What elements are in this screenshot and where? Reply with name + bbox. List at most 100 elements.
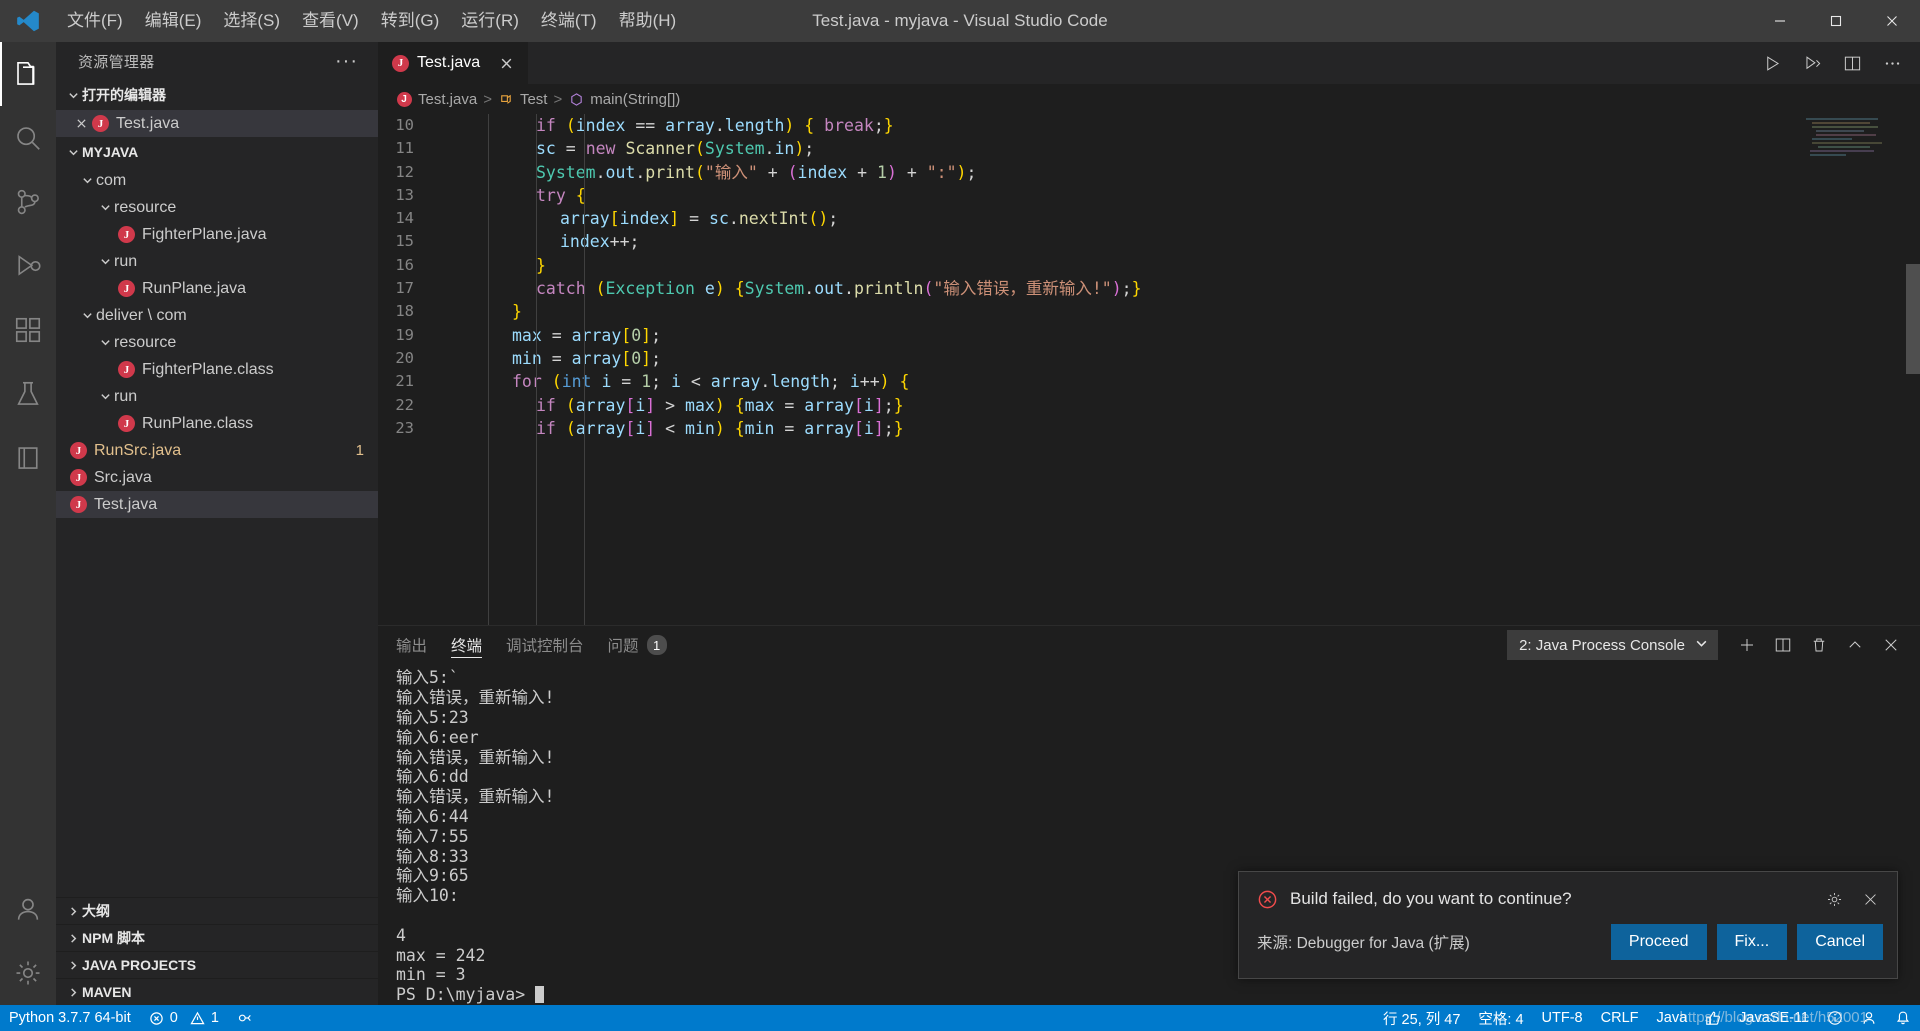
status-info[interactable] <box>1818 1005 1852 1031</box>
sidebar-more-actions-icon[interactable]: ··· <box>335 50 370 73</box>
tree-folder-resource-1[interactable]: resource <box>56 194 378 221</box>
tree-folder-com[interactable]: com <box>56 167 378 194</box>
activity-java-projects[interactable] <box>0 426 56 490</box>
code-line[interactable]: 10 if (index == array.length) { break;} <box>378 114 1920 137</box>
tree-file-runplane-java[interactable]: J RunPlane.java <box>56 275 378 302</box>
line-number: 16 <box>395 255 414 274</box>
breadcrumb-file[interactable]: J Test.java <box>396 91 477 108</box>
status-python-version[interactable]: Python 3.7.7 64-bit <box>0 1005 140 1031</box>
split-terminal-button[interactable] <box>1766 628 1800 662</box>
status-cursor-position[interactable]: 行 25, 列 47 <box>1374 1005 1469 1031</box>
editor-scrollbar[interactable] <box>1906 114 1920 625</box>
bell-icon <box>1895 1010 1911 1026</box>
tree-file-src-java[interactable]: J Src.java <box>56 464 378 491</box>
menu-view[interactable]: 查看(V) <box>291 0 370 42</box>
code-line[interactable]: 17 catch (Exception e) {System.out.printl… <box>378 277 1920 300</box>
code-editor[interactable]: 10 if (index == array.length) { break;} 11… <box>378 114 1920 626</box>
tree-file-fighterplane-class[interactable]: J FighterPlane.class <box>56 356 378 383</box>
menu-go[interactable]: 转到(G) <box>370 0 451 42</box>
tree-file-fighterplane-java[interactable]: J FighterPlane.java <box>56 221 378 248</box>
gear-icon[interactable] <box>1821 886 1847 912</box>
section-open-editors[interactable]: 打开的编辑器 <box>56 80 378 110</box>
code-line[interactable]: 13 try { <box>378 184 1920 207</box>
code-line[interactable]: 16} <box>378 254 1920 277</box>
split-editor-button[interactable] <box>1834 45 1870 81</box>
activity-run-debug[interactable] <box>0 234 56 298</box>
run-button[interactable] <box>1754 45 1790 81</box>
status-notifications[interactable] <box>1886 1005 1920 1031</box>
code-line[interactable]: 22 if (array[i] > max) {max = array[i];} <box>378 394 1920 417</box>
activity-accounts[interactable] <box>0 877 56 941</box>
code-line[interactable]: 20 min = array[0]; <box>378 347 1920 370</box>
breadcrumb-class[interactable]: Test <box>498 91 547 108</box>
code-line[interactable]: 12 System.out.print("输入" + (index + 1) + … <box>378 161 1920 184</box>
activity-search[interactable] <box>0 106 56 170</box>
open-editor-test-java[interactable]: J Test.java <box>56 110 378 137</box>
close-icon[interactable] <box>70 118 92 129</box>
status-account[interactable] <box>1852 1005 1886 1031</box>
editor-scrollbar-thumb[interactable] <box>1906 264 1920 374</box>
code-line[interactable]: 18} <box>378 300 1920 323</box>
minimize-button[interactable] <box>1752 0 1808 42</box>
cancel-button[interactable]: Cancel <box>1797 924 1883 960</box>
panel-tab-output[interactable]: 输出 <box>396 626 427 664</box>
status-indentation[interactable]: 空格: 4 <box>1469 1005 1532 1031</box>
activity-source-control[interactable] <box>0 170 56 234</box>
status-debug-run[interactable] <box>228 1005 262 1031</box>
activity-explorer[interactable] <box>0 42 56 106</box>
run-debug-button[interactable] <box>1794 45 1830 81</box>
breadcrumb-label: Test.java <box>418 90 478 108</box>
menu-help[interactable]: 帮助(H) <box>608 0 688 42</box>
maximize-panel-button[interactable] <box>1838 628 1872 662</box>
tree-folder-run-1[interactable]: run <box>56 248 378 275</box>
close-button[interactable] <box>1864 0 1920 42</box>
status-errors[interactable]: 0 1 <box>140 1005 228 1031</box>
tree-folder-resource-2[interactable]: resource <box>56 329 378 356</box>
tree-folder-deliver-com[interactable]: deliver \ com <box>56 302 378 329</box>
proceed-button[interactable]: Proceed <box>1610 924 1707 960</box>
code-line[interactable]: 14 array[index] = sc.nextInt(); <box>378 207 1920 230</box>
tab-close-icon[interactable] <box>496 53 516 73</box>
maximize-button[interactable] <box>1808 0 1864 42</box>
code-line[interactable]: 11 sc = new Scanner(System.in); <box>378 137 1920 160</box>
tree-file-test-java[interactable]: J Test.java <box>56 491 378 518</box>
panel-tab-debug-console[interactable]: 调试控制台 <box>506 626 584 664</box>
close-icon[interactable] <box>1857 886 1883 912</box>
section-outline[interactable]: 大纲 <box>56 897 378 924</box>
code-line[interactable]: 23 if (array[i] < min) {min = array[i];} <box>378 417 1920 440</box>
status-eol[interactable]: CRLF <box>1592 1005 1648 1031</box>
section-maven[interactable]: MAVEN <box>56 978 378 1005</box>
code-line[interactable]: 21 for (int i = 1; i < array.length; i++)… <box>378 370 1920 393</box>
panel-tab-problems[interactable]: 问题 1 <box>608 626 667 664</box>
terminal-selector[interactable]: 2: Java Process Console <box>1507 630 1718 661</box>
close-panel-button[interactable] <box>1874 628 1908 662</box>
fix-button[interactable]: Fix... <box>1716 924 1788 960</box>
code-line[interactable]: 15 index++; <box>378 230 1920 253</box>
section-java-projects[interactable]: JAVA PROJECTS <box>56 951 378 978</box>
menu-file[interactable]: 文件(F) <box>56 0 134 42</box>
tab-test-java[interactable]: J Test.java <box>378 42 530 84</box>
tree-folder-run-2[interactable]: run <box>56 383 378 410</box>
activity-extensions[interactable] <box>0 298 56 362</box>
warning-icon <box>190 1011 205 1026</box>
menu-selection[interactable]: 选择(S) <box>212 0 291 42</box>
menu-edit[interactable]: 编辑(E) <box>134 0 213 42</box>
kill-terminal-button[interactable] <box>1802 628 1836 662</box>
status-feedback[interactable] <box>1696 1005 1730 1031</box>
more-actions-button[interactable] <box>1874 45 1910 81</box>
section-npm-scripts[interactable]: NPM 脚本 <box>56 924 378 951</box>
code-line[interactable]: 19 max = array[0]; <box>378 324 1920 347</box>
section-workspace[interactable]: MYJAVA <box>56 137 378 167</box>
tree-file-runsrc-java[interactable]: J RunSrc.java 1 <box>56 437 378 464</box>
breadcrumb-method[interactable]: main(String[]) <box>568 91 680 108</box>
tree-file-runplane-class[interactable]: J RunPlane.class <box>56 410 378 437</box>
status-language-mode[interactable]: Java <box>1648 1005 1697 1031</box>
activity-testing[interactable] <box>0 362 56 426</box>
status-java-runtime[interactable]: JavaSE-11 <box>1730 1005 1818 1031</box>
menu-run[interactable]: 运行(R) <box>450 0 530 42</box>
status-encoding[interactable]: UTF-8 <box>1533 1005 1592 1031</box>
new-terminal-button[interactable] <box>1730 628 1764 662</box>
activity-settings[interactable] <box>0 941 56 1005</box>
panel-tab-terminal[interactable]: 终端 <box>451 626 483 664</box>
menu-terminal[interactable]: 终端(T) <box>530 0 608 42</box>
